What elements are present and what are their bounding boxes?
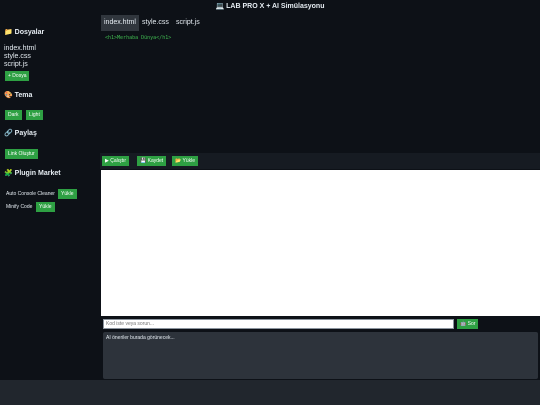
theme-light-button[interactable]: Light: [26, 110, 43, 120]
tab-index-html[interactable]: index.html: [101, 15, 139, 31]
preview-frame[interactable]: [101, 170, 540, 316]
plugin-name-minify-code: Minify Code: [6, 204, 33, 210]
plugin-name-auto-console-cleaner: Auto Console Cleaner: [6, 191, 55, 197]
tab-script-js[interactable]: script.js: [173, 15, 203, 31]
code-editor[interactable]: <h1>Merhaba Dünya</h1>: [101, 31, 540, 153]
ai-suggestions-text: AI öneriler burada görünecek...: [106, 335, 175, 341]
load-button[interactable]: 📂 Yükle: [172, 156, 199, 166]
file-item-script-js[interactable]: script.js: [4, 61, 28, 69]
theme-section-title: 🎨 Tema: [4, 92, 33, 99]
plugin-market-title: 🧩 Plugin Market: [4, 170, 61, 177]
tab-style-css[interactable]: style.css: [139, 15, 172, 31]
ask-ai-button[interactable]: 🤖 Sor: [457, 319, 479, 329]
files-section-title: 📁 Dosyalar: [4, 29, 45, 36]
file-item-style-css[interactable]: style.css: [4, 53, 31, 61]
ai-suggestions-panel: AI öneriler burada görünecek...: [103, 332, 538, 379]
run-button[interactable]: ▶ Çalıştır: [102, 156, 130, 166]
create-link-button[interactable]: Link Oluştur: [5, 149, 38, 159]
sidebar: 📁 Dosyalar index.html style.css script.j…: [0, 14, 100, 380]
code-line: <h1>Merhaba Dünya</h1>: [105, 35, 172, 41]
bottom-bar: [0, 380, 540, 405]
share-section-title: 🔗 Paylaş: [4, 130, 37, 137]
save-button[interactable]: 💾 Kaydet: [137, 156, 167, 166]
plugin-install-button-auto-console-cleaner[interactable]: Yükle: [58, 189, 77, 199]
add-file-button[interactable]: + Dosya: [5, 71, 30, 81]
plugin-install-button-minify-code[interactable]: Yükle: [36, 202, 55, 212]
ask-bar: 🤖 Sor: [100, 316, 540, 332]
ai-prompt-input[interactable]: [103, 319, 454, 329]
file-item-index-html[interactable]: index.html: [4, 45, 36, 53]
action-toolbar: ▶ Çalıştır 💾 Kaydet 📂 Yükle: [100, 153, 540, 169]
app-title: 💻 LAB PRO X + AI Simülasyonu: [0, 0, 540, 14]
theme-dark-button[interactable]: Dark: [5, 110, 22, 120]
